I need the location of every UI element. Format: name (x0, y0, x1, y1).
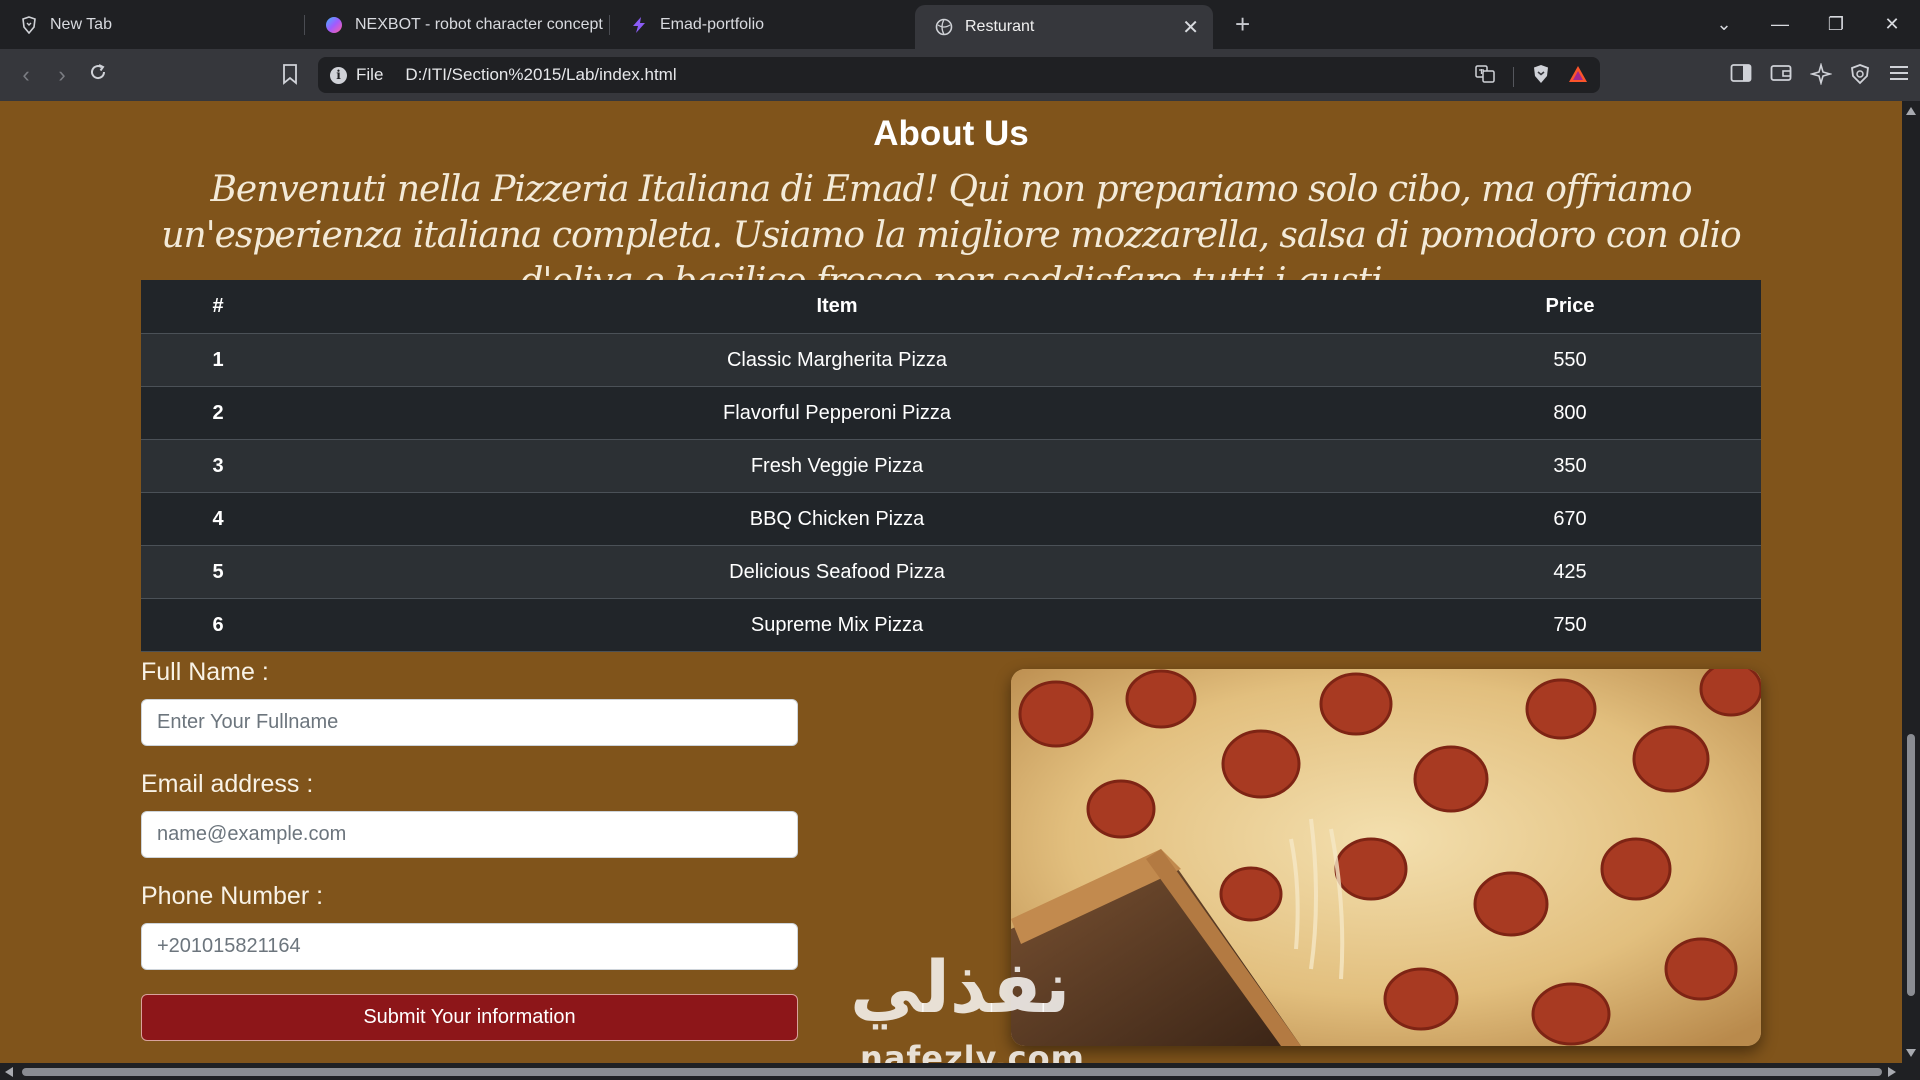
omnibox-actions (1475, 64, 1588, 89)
pizza-illustration (1011, 669, 1761, 1046)
toolbar: ‹ › i File D:/ITI/Section%2015/Lab/index… (0, 49, 1920, 101)
row-number: 2 (141, 386, 295, 440)
watermark-url: nafezly.com (860, 1039, 1085, 1063)
row-item: Classic Margherita Pizza (295, 333, 1379, 387)
menu-hamburger-icon[interactable] (1888, 63, 1910, 90)
fullname-input[interactable] (141, 699, 798, 746)
tab-title: Emad-portfolio (660, 15, 765, 33)
phone-label: Phone Number : (141, 882, 324, 910)
fullname-label: Full Name : (141, 658, 269, 686)
info-icon[interactable]: i (330, 66, 347, 84)
scroll-left-arrow-icon[interactable] (5, 1067, 13, 1077)
tab-resturant[interactable]: Resturant ✕ (915, 5, 1213, 49)
header-item: Item (295, 280, 1379, 334)
lightning-icon (630, 16, 648, 34)
row-item: Flavorful Pepperoni Pizza (295, 386, 1379, 440)
watermark-arabic: نفذلي (850, 945, 1071, 1029)
reload-icon[interactable] (80, 62, 116, 88)
brave-shields-icon[interactable] (1532, 64, 1550, 89)
close-tab-icon[interactable]: ✕ (1182, 15, 1199, 40)
bookmark-icon[interactable] (282, 63, 298, 90)
table-row: 1 Classic Margherita Pizza 550 (141, 333, 1761, 387)
back-arrow-icon[interactable]: ‹ (8, 62, 44, 88)
row-item: Fresh Veggie Pizza (295, 439, 1379, 493)
row-number: 6 (141, 598, 295, 652)
page-viewport: About Us Benvenuti nella Pizzeria Italia… (0, 101, 1902, 1063)
table-row: 3 Fresh Veggie Pizza 350 (141, 439, 1761, 493)
gradient-orb-icon (325, 16, 343, 34)
scheme-label: File (356, 65, 384, 84)
restore-icon[interactable]: ❐ (1808, 14, 1864, 35)
brave-rewards-icon[interactable] (1568, 65, 1588, 88)
phone-input[interactable] (141, 923, 798, 970)
row-item: Delicious Seafood Pizza (295, 545, 1379, 599)
tab-emad-portfolio[interactable]: Emad-portfolio (610, 0, 915, 49)
close-window-icon[interactable]: ✕ (1864, 14, 1920, 35)
new-tab-plus-icon[interactable]: + (1235, 9, 1250, 40)
globe-icon (935, 18, 953, 36)
tab-strip: New Tab NEXBOT - robot character concept… (0, 0, 1920, 49)
tab-title: NEXBOT - robot character concept (355, 15, 603, 33)
url-text[interactable]: D:/ITI/Section%2015/Lab/index.html (405, 65, 676, 85)
vertical-scroll-thumb[interactable] (1907, 734, 1915, 996)
address-bar[interactable]: i File D:/ITI/Section%2015/Lab/index.htm… (318, 57, 1600, 93)
window-controls: ⌄ — ❐ ✕ (1696, 0, 1920, 49)
email-label: Email address : (141, 770, 314, 798)
menu-table: # Item Price 1 Classic Margherita Pizza … (141, 280, 1761, 652)
table-row: 6 Supreme Mix Pizza 750 (141, 598, 1761, 652)
tab-title: New Tab (50, 15, 112, 33)
translate-icon[interactable] (1475, 64, 1495, 89)
row-price: 670 (1379, 492, 1761, 546)
row-price: 425 (1379, 545, 1761, 599)
forward-arrow-icon[interactable]: › (44, 62, 80, 88)
row-price: 350 (1379, 439, 1761, 493)
toolbar-actions (1730, 62, 1910, 90)
vpn-shield-icon[interactable] (1850, 63, 1870, 90)
about-title: About Us (873, 114, 1029, 153)
row-number: 1 (141, 333, 295, 387)
row-number: 5 (141, 545, 295, 599)
submit-button[interactable]: Submit Your information (141, 994, 798, 1041)
scroll-right-arrow-icon[interactable] (1888, 1067, 1896, 1077)
row-item: BBQ Chicken Pizza (295, 492, 1379, 546)
table-row: 2 Flavorful Pepperoni Pizza 800 (141, 386, 1761, 440)
tab-new-tab[interactable]: New Tab (0, 0, 305, 49)
table-row: 4 BBQ Chicken Pizza 670 (141, 492, 1761, 546)
row-price: 550 (1379, 333, 1761, 387)
scroll-up-arrow-icon[interactable] (1906, 107, 1916, 115)
row-number: 4 (141, 492, 295, 546)
tab-nexbot[interactable]: NEXBOT - robot character concept (305, 0, 610, 49)
vertical-scrollbar[interactable] (1902, 101, 1920, 1063)
sidebar-toggle-icon[interactable] (1730, 63, 1752, 90)
horizontal-scrollbar[interactable] (0, 1063, 1920, 1080)
email-input[interactable] (141, 811, 798, 858)
leo-ai-icon[interactable] (1809, 62, 1833, 90)
row-number: 3 (141, 439, 295, 493)
tab-search-chevron-icon[interactable]: ⌄ (1696, 14, 1752, 35)
row-price: 750 (1379, 598, 1761, 652)
header-price: Price (1379, 280, 1761, 334)
scroll-down-arrow-icon[interactable] (1906, 1049, 1916, 1057)
row-price: 800 (1379, 386, 1761, 440)
brave-shield-icon (20, 15, 38, 34)
header-number: # (141, 280, 295, 334)
pizza-image (1011, 669, 1761, 1046)
table-header-row: # Item Price (141, 280, 1761, 334)
horizontal-scroll-thumb[interactable] (22, 1068, 1882, 1076)
divider (1513, 66, 1514, 87)
tab-title: Resturant (965, 18, 1035, 35)
table-row: 5 Delicious Seafood Pizza 425 (141, 545, 1761, 599)
contact-form: Full Name : Email address : Phone Number… (141, 658, 798, 1041)
wallet-icon[interactable] (1770, 63, 1792, 90)
row-item: Supreme Mix Pizza (295, 598, 1379, 652)
minimize-icon[interactable]: — (1752, 14, 1808, 35)
